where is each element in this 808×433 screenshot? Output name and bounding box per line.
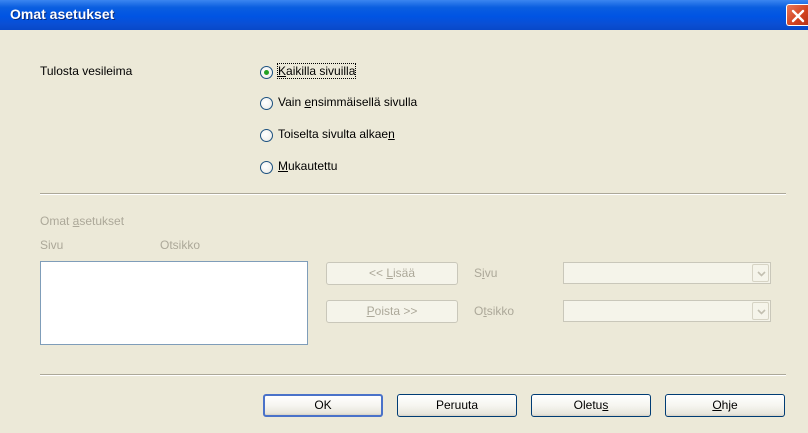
print-watermark-label: Tulosta vesileima (40, 64, 133, 78)
help-button[interactable]: Ohje (665, 394, 785, 417)
defaults-button[interactable]: Oletus (531, 394, 651, 417)
radio-all-pages-label[interactable]: Kaikilla sivuilla (276, 63, 357, 79)
page-select[interactable] (563, 262, 771, 284)
separator-bottom (40, 374, 786, 376)
title-select-dropdown-button[interactable] (752, 302, 769, 320)
column-header-title: Otsikko (160, 238, 201, 252)
radio-first-page-label[interactable]: Vain ensimmäisellä sivulla (278, 95, 417, 109)
ok-button[interactable]: OK (263, 394, 383, 417)
cancel-button[interactable]: Peruuta (397, 394, 517, 417)
radio-all-pages-button[interactable] (260, 66, 273, 79)
column-header-page: Sivu (40, 238, 64, 252)
chevron-down-icon (757, 309, 766, 315)
title-select[interactable] (563, 300, 771, 322)
separator-top (40, 193, 786, 195)
remove-button[interactable]: Poista >> (326, 300, 458, 323)
radio-first-page-button[interactable] (260, 97, 273, 110)
page-field-label: Sivu (474, 266, 498, 280)
title-field-label: Otsikko (474, 304, 515, 318)
chevron-down-icon (757, 271, 766, 277)
custom-pages-listbox[interactable] (40, 261, 308, 345)
radio-selected-dot (264, 70, 269, 75)
radio-from-second-page-label[interactable]: Toiselta sivulta alkaen (278, 127, 395, 141)
radio-custom-button[interactable] (260, 161, 273, 174)
add-button[interactable]: << Lisää (326, 262, 458, 285)
close-icon (791, 9, 805, 23)
radio-custom-label[interactable]: Mukautettu (278, 159, 337, 173)
custom-settings-group-label: Omat asetukset (40, 214, 125, 228)
page-select-dropdown-button[interactable] (752, 264, 769, 282)
close-button[interactable] (786, 4, 808, 26)
dialog-window: Omat asetukset Tulosta vesileima Kaikill… (0, 0, 808, 433)
radio-from-second-page-button[interactable] (260, 129, 273, 142)
window-title: Omat asetukset (10, 6, 115, 22)
title-bar: Omat asetukset (0, 0, 808, 30)
